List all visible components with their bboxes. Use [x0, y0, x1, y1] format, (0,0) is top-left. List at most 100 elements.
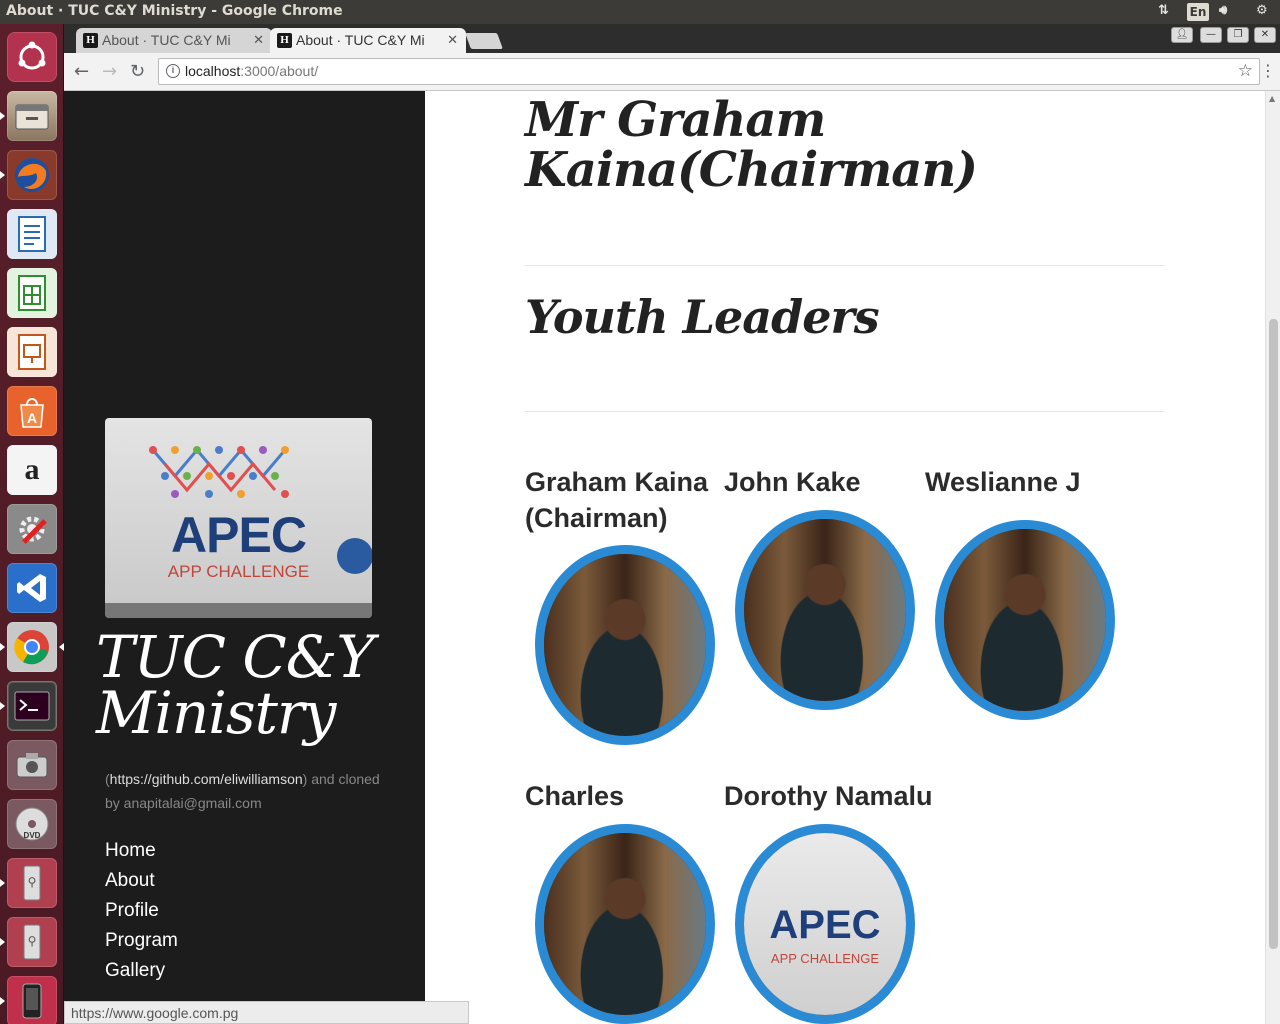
svg-text:DVD: DVD	[24, 831, 41, 840]
maximize-button[interactable]: ❐	[1227, 27, 1249, 43]
tab-favicon: H	[277, 33, 292, 48]
volume-icon[interactable]: 🔊︎	[1219, 3, 1227, 18]
files-running-indicator	[0, 112, 5, 120]
tab-label: About · TUC C&Y Mi	[296, 32, 425, 48]
banner-sub-text: APP CHALLENGE	[167, 562, 310, 581]
site-sidebar: APEC APP CHALLENGE TUC C&Y Ministry (htt…	[64, 91, 425, 1024]
close-window-button[interactable]: ✕	[1254, 27, 1276, 43]
page-scrollbar[interactable]: ▲	[1265, 91, 1280, 1024]
usb-drive-1-icon[interactable]: ⚲	[7, 858, 57, 908]
leader-name: Charles	[525, 781, 625, 811]
leader-photo-image	[544, 554, 706, 736]
mobile-device-icon[interactable]	[7, 976, 57, 1024]
network-icon[interactable]: ⇅	[1158, 3, 1169, 18]
files-icon[interactable]	[7, 91, 57, 141]
libreoffice-impress-icon[interactable]	[7, 327, 57, 377]
mobile-device-indicator	[0, 997, 5, 1005]
system-settings-icon[interactable]	[7, 504, 57, 554]
camera-icon[interactable]	[7, 740, 57, 790]
back-arrow-icon[interactable]: ←	[74, 61, 89, 82]
divider	[525, 411, 1165, 412]
window-title: About · TUC C&Y Ministry - Google Chrome	[6, 3, 343, 19]
scroll-up-arrow-icon[interactable]: ▲	[1269, 94, 1275, 103]
keyboard-language-indicator[interactable]: En	[1187, 3, 1209, 21]
nav-home[interactable]: Home	[105, 836, 178, 866]
leader-photo-image: APEC APP CHALLENGE	[744, 833, 906, 1015]
usb-drive-2-icon[interactable]: ⚲	[7, 917, 57, 967]
profile-icon[interactable]: 👤︎	[1171, 27, 1193, 43]
leader-photo: APEC APP CHALLENGE	[735, 824, 915, 1024]
chrome-menu-icon[interactable]: ⋮	[1260, 61, 1276, 80]
leader-card: Dorothy Namalu	[724, 778, 984, 814]
status-bubble: https://www.google.com.pg	[64, 1001, 469, 1024]
section-heading: Youth Leaders	[525, 290, 880, 344]
github-link[interactable]: https://github.com/eliwilliamson	[110, 771, 303, 787]
leader-photo	[535, 824, 715, 1024]
amazon-icon[interactable]: a	[7, 445, 57, 495]
site-credit: (https://github.com/eliwilliamson) and c…	[105, 767, 395, 815]
tab-favicon: H	[83, 33, 98, 48]
ubuntu-dash-icon[interactable]	[7, 32, 57, 82]
system-gear-icon[interactable]: ⚙	[1256, 3, 1268, 18]
leader-photo-image	[944, 529, 1106, 711]
chrome-running-indicator	[0, 643, 5, 651]
sidebar-banner-image: APEC APP CHALLENGE	[105, 418, 372, 618]
terminal-running-indicator	[0, 702, 5, 710]
leader-photo-image	[744, 519, 906, 701]
scroll-thumb[interactable]	[1269, 319, 1278, 949]
site-nav: Home About Profile Program Gallery	[105, 836, 178, 986]
reload-icon[interactable]: ↻	[130, 61, 145, 82]
tab-about-2[interactable]: H About · TUC C&Y Mi ✕	[270, 28, 466, 53]
usb-drive-1-indicator	[0, 879, 5, 887]
banner-brand-text: APEC	[171, 507, 307, 563]
browser-toolbar: ← → ↻ i localhost:3000/about/ ☆ ⋮	[64, 53, 1280, 91]
os-top-panel: About · TUC C&Y Ministry - Google Chrome…	[0, 0, 1280, 24]
svg-text:⚲: ⚲	[28, 934, 37, 948]
unity-launcher: A a DVD ⚲ ⚲	[0, 24, 64, 1024]
leader-card: Graham Kaina (Chairman)	[525, 464, 715, 536]
nav-profile[interactable]: Profile	[105, 896, 178, 926]
leader-name: Graham Kaina (Chairman)	[525, 467, 709, 533]
nav-program[interactable]: Program	[105, 926, 178, 956]
photo-sub-text: APP CHALLENGE	[770, 951, 880, 966]
leader-name: Weslianne J	[925, 467, 1081, 497]
leader-photo-image	[544, 833, 706, 1015]
firefox-running-indicator	[0, 171, 5, 179]
chairman-heading: Mr Graham Kaina(Chairman)	[525, 92, 978, 198]
vscode-icon[interactable]	[7, 563, 57, 613]
chrome-window: H About · TUC C&Y Mi ✕ H About · TUC C&Y…	[64, 24, 1280, 1024]
nav-gallery[interactable]: Gallery	[105, 956, 178, 986]
photo-brand-text: APEC	[769, 903, 881, 947]
site-info-icon[interactable]: i	[166, 64, 180, 78]
tab-about-1[interactable]: H About · TUC C&Y Mi ✕	[76, 28, 272, 53]
dvd-icon[interactable]: DVD	[7, 799, 57, 849]
leader-card: Weslianne J	[925, 464, 1115, 500]
minimize-button[interactable]: —	[1200, 27, 1222, 43]
firefox-icon[interactable]	[7, 150, 57, 200]
libreoffice-calc-icon[interactable]	[7, 268, 57, 318]
site-title[interactable]: TUC C&Y Ministry	[96, 628, 396, 742]
leader-card: John Kake	[724, 464, 914, 500]
main-content: Mr Graham Kaina(Chairman) Youth Leaders …	[425, 91, 1280, 1024]
nav-about[interactable]: About	[105, 866, 178, 896]
chrome-icon[interactable]	[7, 622, 57, 672]
address-bar[interactable]: i localhost:3000/about/ ☆	[158, 58, 1260, 85]
leader-name: John Kake	[724, 467, 861, 497]
divider	[525, 265, 1165, 266]
libreoffice-writer-icon[interactable]	[7, 209, 57, 259]
leader-photo	[535, 545, 715, 745]
new-tab-button[interactable]	[465, 33, 503, 49]
tab-close-icon[interactable]: ✕	[253, 32, 264, 48]
tab-close-icon[interactable]: ✕	[447, 32, 458, 48]
leader-name: Dorothy Namalu	[724, 781, 933, 811]
bookmark-star-icon[interactable]: ☆	[1238, 61, 1253, 81]
terminal-icon[interactable]	[7, 681, 57, 731]
tab-strip: H About · TUC C&Y Mi ✕ H About · TUC C&Y…	[64, 24, 1280, 53]
tab-label: About · TUC C&Y Mi	[102, 32, 231, 48]
url-path: :3000/about/	[240, 63, 319, 79]
web-page: APEC APP CHALLENGE TUC C&Y Ministry (htt…	[64, 91, 1280, 1024]
software-center-icon[interactable]: A	[7, 386, 57, 436]
url-host: localhost	[185, 63, 241, 79]
leader-photo	[735, 510, 915, 710]
forward-arrow-icon[interactable]: →	[102, 61, 117, 82]
